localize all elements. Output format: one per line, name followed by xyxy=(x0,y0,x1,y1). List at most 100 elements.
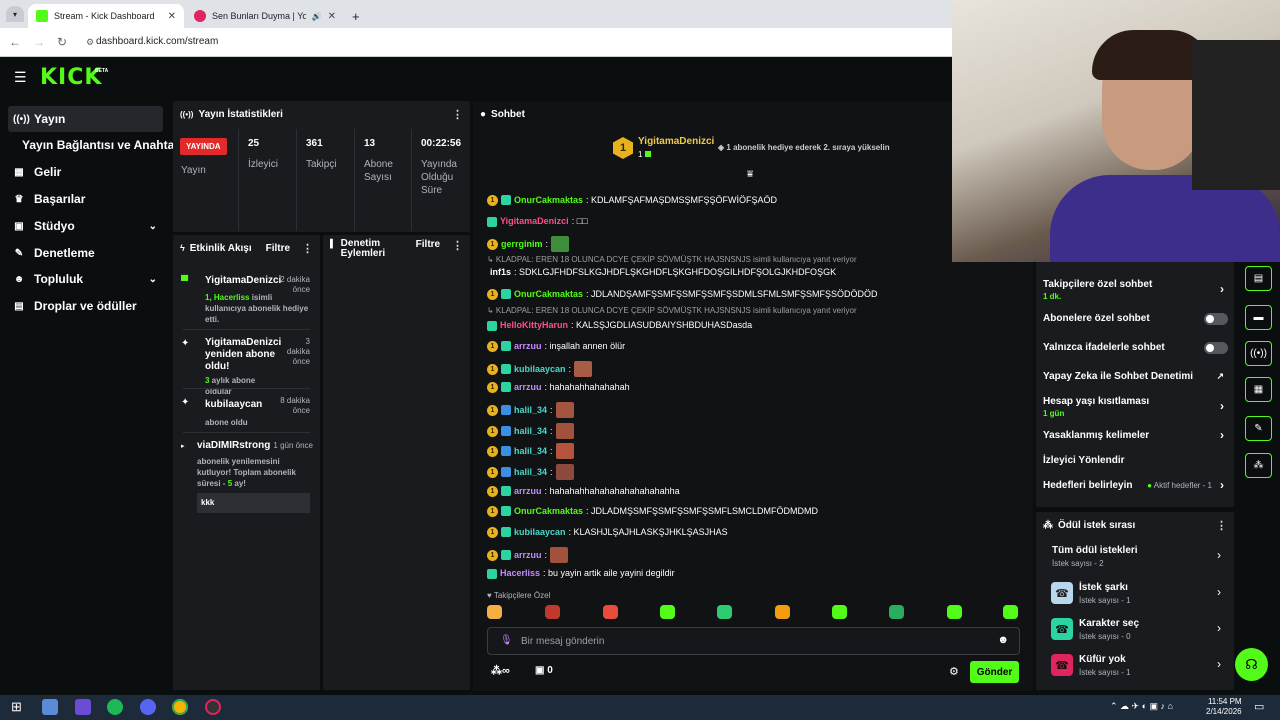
emote-button[interactable] xyxy=(947,605,962,619)
forward-arrow-icon[interactable]: → xyxy=(33,35,45,49)
chat-username[interactable]: arrzuu xyxy=(514,485,542,498)
kick-logo[interactable]: KICK xyxy=(40,65,102,90)
emote-button[interactable] xyxy=(660,605,675,619)
sidebar-item-studyo[interactable]: ▣ Stüdyo ⌄ xyxy=(8,213,163,239)
emote-image[interactable] xyxy=(574,361,593,377)
collapse-pinned-icon[interactable]: ⩸ xyxy=(747,169,753,180)
settings-gear-icon[interactable]: ⚙ xyxy=(949,665,959,678)
spotify-icon[interactable] xyxy=(107,699,123,715)
back-arrow-icon[interactable]: ← xyxy=(9,35,21,49)
setting-row[interactable]: Yasaklanmış kelimeler › xyxy=(1043,428,1228,442)
tab-youtube[interactable]: Sen Bunları Duyma | YouTube 🔊 ✕ xyxy=(186,4,344,28)
close-icon[interactable]: ✕ xyxy=(328,11,336,22)
emote-button[interactable] xyxy=(603,605,618,619)
obs-icon[interactable] xyxy=(205,699,221,715)
notification-icon[interactable]: ▭ xyxy=(1254,700,1264,713)
new-tab-button[interactable]: + xyxy=(344,4,364,28)
emote-image[interactable] xyxy=(555,443,574,459)
sidebar-item-gelir[interactable]: ▦ Gelir xyxy=(8,159,163,185)
emote-button[interactable] xyxy=(545,605,560,619)
emote-button[interactable] xyxy=(717,605,732,619)
chat-username[interactable]: OnurCakmaktas xyxy=(514,505,583,518)
chat-username[interactable]: gerrginim xyxy=(501,238,543,251)
more-options-icon[interactable]: ⋮ xyxy=(302,242,313,255)
setting-row[interactable]: Yalnızca ifadelerle sohbet xyxy=(1043,342,1228,354)
sidebar-item-basarilar[interactable]: ♛ Başarılar xyxy=(8,186,163,212)
emote-image[interactable] xyxy=(555,464,574,480)
chat-username[interactable]: YigitamaDenizci xyxy=(500,215,569,228)
more-options-icon[interactable]: ⋮ xyxy=(452,108,463,121)
sidebar-item-stream-key[interactable]: Yayın Bağlantısı ve Anahtarı xyxy=(8,132,182,158)
rail-moderation-button[interactable]: ✎ xyxy=(1245,416,1272,441)
setting-row[interactable]: Takipçilere özel sohbet 1 dk. › xyxy=(1043,279,1228,301)
app-icon[interactable] xyxy=(42,699,58,715)
sidebar-item-topluluk[interactable]: ☻ Topluluk ⌄ xyxy=(8,266,163,292)
chat-username[interactable]: kubilaaycan xyxy=(514,526,566,539)
chat-username[interactable]: halil_34 xyxy=(514,466,547,479)
chat-username[interactable]: HelloKittyHarun xyxy=(500,319,568,332)
emote-button[interactable] xyxy=(889,605,904,619)
reward-item-no-swearing[interactable]: ☎ Küfür yok İstek sayısı - 1 › xyxy=(1051,652,1221,682)
pinned-user[interactable]: YigitamaDenizci xyxy=(638,136,714,147)
rail-chat-button[interactable]: ▬ xyxy=(1245,305,1272,330)
more-options-icon[interactable]: ⋮ xyxy=(452,239,463,252)
setting-row[interactable]: Yapay Zeka ile Sohbet Denetimi ↗ xyxy=(1043,371,1228,382)
chat-username[interactable]: inf1s xyxy=(490,266,511,279)
timer-count[interactable]: ▣ 0 xyxy=(535,665,553,676)
microphone-icon[interactable]: 🎙 xyxy=(500,635,513,646)
sidebar-item-droplar[interactable]: ▤ Droplar ve ödüller xyxy=(8,293,163,319)
reward-all-requests[interactable]: Tüm ödül istekleri İstek sayısı - 2 › xyxy=(1051,543,1221,573)
more-options-icon[interactable]: ⋮ xyxy=(1216,519,1227,532)
url-field[interactable]: dashboard.kick.com/stream xyxy=(96,36,218,47)
speaker-icon[interactable]: 🔊 xyxy=(312,12,322,21)
toggle-switch[interactable] xyxy=(1204,342,1228,354)
chat-username[interactable]: halil_34 xyxy=(514,425,547,438)
toggle-switch[interactable] xyxy=(1204,313,1228,325)
channel-points[interactable]: ⁂∞ xyxy=(491,664,510,677)
rail-notes-button[interactable]: ▤ xyxy=(1245,266,1272,291)
emote-image[interactable] xyxy=(551,236,570,252)
chat-input-placeholder[interactable]: Bir mesaj gönderin xyxy=(521,636,604,647)
filter-button[interactable]: Filtre xyxy=(416,239,440,250)
rail-broadcast-button[interactable]: ((•)) xyxy=(1245,341,1272,366)
emote-button[interactable] xyxy=(1003,605,1018,619)
support-chat-button[interactable]: ☊ xyxy=(1235,648,1268,681)
emote-image[interactable] xyxy=(555,402,574,418)
chat-username[interactable]: arrzuu xyxy=(514,340,542,353)
chrome-icon[interactable] xyxy=(172,699,188,715)
chat-username[interactable]: OnurCakmaktas xyxy=(514,194,583,207)
tab-kick-dashboard[interactable]: Stream - Kick Dashboard ✕ xyxy=(28,4,184,28)
emote-button[interactable] xyxy=(775,605,790,619)
emote-button[interactable] xyxy=(832,605,847,619)
system-tray-icons[interactable]: ⌃ ☁ ✈ ◐ ▣ ♪ ⌂ xyxy=(1110,701,1173,712)
taskbar-clock[interactable]: 11:54 PM 2/14/2026 xyxy=(1206,697,1242,717)
chat-username[interactable]: OnurCakmaktas xyxy=(514,288,583,301)
close-icon[interactable]: ✕ xyxy=(168,11,176,22)
chat-username[interactable]: halil_34 xyxy=(514,404,547,417)
setting-row[interactable]: Hedefleri belirleyin › ● Aktif hedefler - … xyxy=(1043,478,1228,492)
setting-row[interactable]: Abonelere özel sohbet xyxy=(1043,313,1228,325)
emote-button[interactable] xyxy=(487,605,502,619)
rail-studio-button[interactable]: ▦ xyxy=(1245,377,1272,402)
chat-username[interactable]: arrzuu xyxy=(514,381,542,394)
windows-start-icon[interactable]: ⊞ xyxy=(11,699,22,715)
app-icon[interactable] xyxy=(75,699,91,715)
reward-item-song[interactable]: ☎ İstek şarkı İstek sayısı - 1 › xyxy=(1051,580,1221,610)
setting-row[interactable]: Hesap yaşı kısıtlaması 1 gün › xyxy=(1043,396,1228,418)
setting-row[interactable]: İzleyici Yönlendir xyxy=(1043,455,1228,466)
rail-rewards-button[interactable]: ⁂ xyxy=(1245,453,1272,478)
chat-username[interactable]: halil_34 xyxy=(514,445,547,458)
chat-username[interactable]: arrzuu xyxy=(514,549,542,562)
chat-input-box[interactable]: 🎙 Bir mesaj gönderin ☻ xyxy=(487,627,1020,655)
tab-search-button[interactable]: ▾ xyxy=(6,6,24,22)
discord-icon[interactable] xyxy=(140,699,156,715)
emote-image[interactable] xyxy=(555,423,574,439)
site-info-icon[interactable]: ⚙ xyxy=(86,37,94,48)
emote-image[interactable] xyxy=(550,547,569,563)
chat-username[interactable]: Hacerliss xyxy=(500,567,540,580)
reload-icon[interactable]: ↻ xyxy=(57,35,67,49)
emoji-icon[interactable]: ☻ xyxy=(997,634,1009,646)
send-button[interactable]: Gönder xyxy=(970,661,1019,683)
sidebar-item-denetleme[interactable]: ✎ Denetleme xyxy=(8,240,163,266)
sidebar-item-yayin[interactable]: ((•)) Yayın xyxy=(8,106,163,132)
